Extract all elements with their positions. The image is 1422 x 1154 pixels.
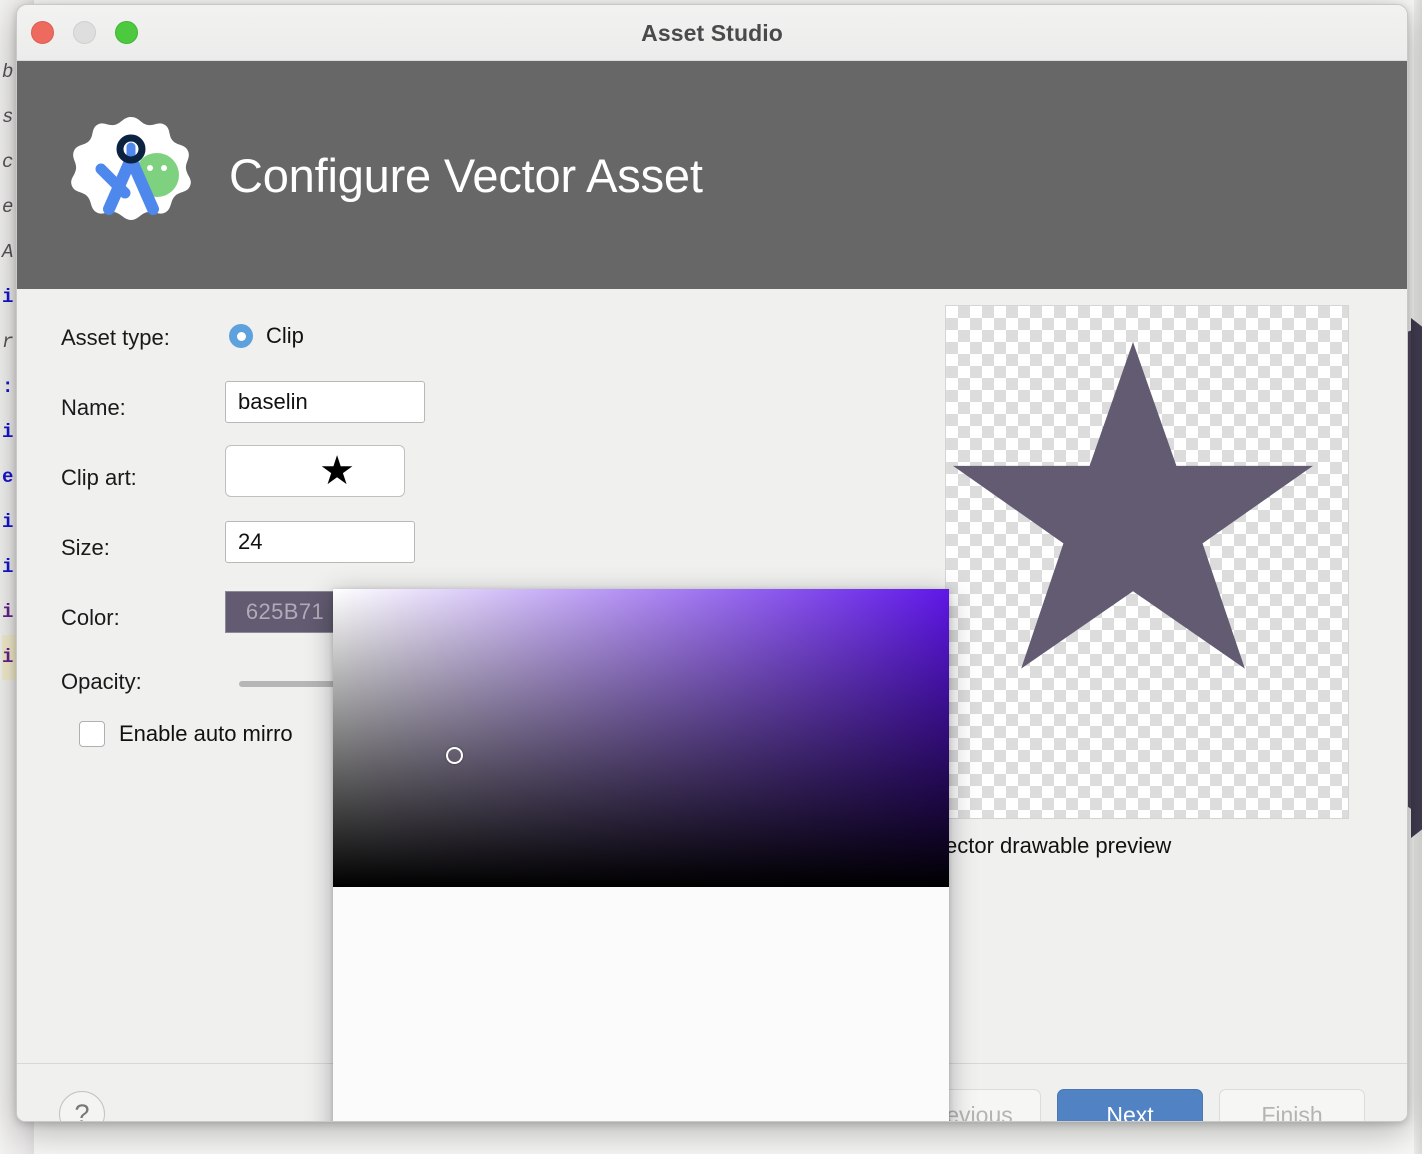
auto-mirror-row[interactable]: Enable auto mirro [79, 721, 293, 747]
clip-art-picker-button[interactable]: ★ [225, 445, 405, 497]
color-picker-controls: R G B Hex 98 91 113 625B71 [333, 887, 949, 1121]
sv-cursor-handle[interactable] [446, 747, 463, 764]
preview-checkerboard [945, 305, 1349, 819]
asset-type-clip-art-label: Clip [266, 323, 304, 348]
vector-preview-panel: ector drawable preview [945, 305, 1349, 865]
wizard-header-title: Configure Vector Asset [229, 148, 703, 202]
size-row: Size: [61, 535, 110, 561]
clip-art-row: Clip art: [61, 465, 137, 491]
auto-mirror-label: Enable auto mirro [119, 721, 293, 746]
clip-art-label: Clip art: [61, 465, 137, 490]
color-row: Color: [61, 605, 120, 631]
background-star-fragment-inner [1411, 318, 1422, 838]
window-title: Asset Studio [641, 20, 783, 46]
opacity-label: Opacity: [61, 669, 142, 694]
saturation-value-area[interactable] [333, 589, 949, 887]
asset-studio-window: Asset Studio Configure Vector Asset Asse… [16, 4, 1408, 1122]
color-picker-popup: R G B Hex 98 91 113 625B71 [333, 589, 949, 1121]
wizard-body: Asset type: Clip Name: baselin Clip art:… [17, 289, 1407, 1121]
size-input[interactable]: 24 [225, 521, 415, 563]
color-swatch-field[interactable]: 625B71 [225, 591, 345, 633]
radio-button-icon[interactable] [229, 324, 253, 348]
preview-caption: ector drawable preview [945, 833, 1172, 858]
name-label: Name: [61, 395, 126, 420]
auto-mirror-checkbox[interactable] [79, 721, 105, 747]
next-button[interactable]: Next [1057, 1089, 1203, 1121]
wizard-header: Configure Vector Asset [17, 61, 1407, 289]
help-button[interactable]: ? [59, 1091, 105, 1121]
asset-type-label: Asset type: [61, 325, 170, 350]
star-icon: ★ [319, 449, 355, 493]
android-studio-logo-icon [69, 113, 193, 237]
name-row: Name: [61, 395, 126, 421]
window-titlebar: Asset Studio [17, 5, 1407, 61]
preview-star-shape [953, 342, 1313, 669]
size-label: Size: [61, 535, 110, 560]
opacity-row: Opacity: [61, 669, 142, 695]
asset-type-radio-clip-art[interactable]: Clip [229, 323, 304, 349]
color-label: Color: [61, 605, 120, 630]
finish-button[interactable]: Finish [1219, 1089, 1365, 1121]
asset-type-row: Asset type: [61, 325, 170, 351]
opacity-slider[interactable] [239, 681, 339, 687]
name-input[interactable]: baselin [225, 381, 425, 423]
screen-root: b s c e A i r : i e i i i i Asset Studio… [0, 0, 1422, 1154]
